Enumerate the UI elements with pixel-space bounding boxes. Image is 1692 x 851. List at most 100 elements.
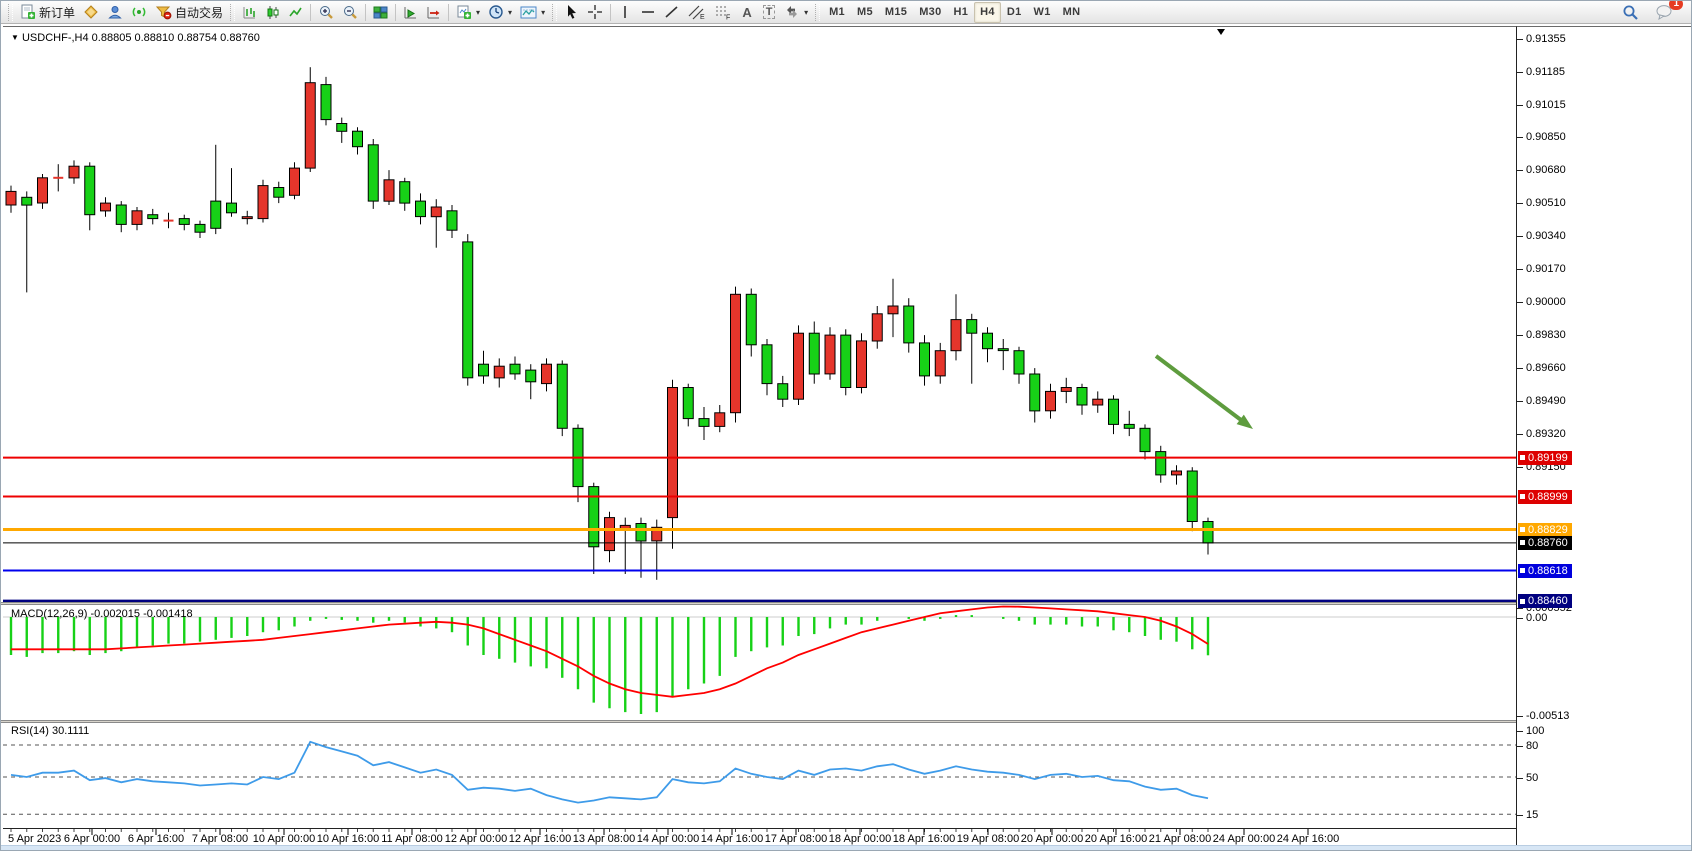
badge-price: 0.88460 [1528, 595, 1568, 607]
timeframe-button-h4[interactable]: H4 [974, 2, 1001, 23]
search-button[interactable] [1618, 2, 1643, 23]
badge-marker [1520, 527, 1525, 532]
price-tick-label: 0.90340 [1526, 230, 1566, 242]
timeframe-button-mn[interactable]: MN [1057, 2, 1087, 23]
rsi-caption: RSI(14) 30.1111 [11, 725, 89, 737]
time-axis-label: 18 Apr 16:00 [893, 833, 955, 845]
macd-axis-label: -0.00513 [1526, 710, 1569, 722]
line-chart-mode-button[interactable] [284, 2, 307, 23]
time-axis-label: 10 Apr 00:00 [253, 833, 315, 845]
zoom-in-button[interactable] [314, 2, 338, 23]
main-chart-pane[interactable]: ▼ USDCHF-,H4 0.88805 0.88810 0.88754 0.8… [3, 26, 1516, 603]
time-axis[interactable]: 5 Apr 20236 Apr 00:006 Apr 16:007 Apr 08… [3, 828, 1516, 845]
dropdown-caret: ▾ [541, 8, 545, 17]
text-tool-glyph: A [742, 5, 751, 20]
symbol-caption[interactable]: ▼ USDCHF-,H4 0.88805 0.88810 0.88754 0.8… [11, 32, 260, 44]
price-tick-label: 0.90510 [1526, 197, 1566, 209]
chart-window: ▼ USDCHF-,H4 0.88805 0.88810 0.88754 0.8… [1, 24, 1692, 851]
profile-button[interactable] [103, 2, 127, 23]
price-tick-label: 0.91015 [1526, 99, 1566, 111]
macd-canvas[interactable] [3, 605, 1516, 720]
templates-button[interactable]: ▾ [516, 2, 549, 23]
new-chart-icon [456, 4, 472, 20]
candlestick-chart-canvas[interactable] [3, 27, 1516, 603]
timeframe-button-d1[interactable]: D1 [1001, 2, 1028, 23]
rsi-canvas[interactable] [3, 723, 1516, 828]
signals-button[interactable] [127, 2, 151, 23]
time-axis-label: 6 Apr 16:00 [128, 833, 184, 845]
cursor-tool-button[interactable] [560, 2, 583, 23]
trendline-tool-button[interactable] [660, 2, 684, 23]
price-tick-label: 0.91355 [1526, 33, 1566, 45]
notifications-button[interactable]: 1 [1651, 2, 1677, 23]
periods-button[interactable]: ▾ [484, 2, 516, 23]
metaeditor-button[interactable] [79, 2, 103, 23]
autotrading-button[interactable]: 自动交易 [151, 2, 227, 23]
price-axis[interactable]: 0.913550.911850.910150.908500.906800.905… [1516, 26, 1692, 845]
fibonacci-tool-button[interactable]: F [710, 2, 736, 23]
bar-chart-icon [242, 5, 257, 20]
timeframe-button-m1[interactable]: M1 [823, 2, 851, 23]
price-line-badge: 0.88829 [1518, 523, 1572, 537]
arrows-tool-button[interactable]: ▾ [780, 2, 812, 23]
time-axis-label: 19 Apr 08:00 [957, 833, 1019, 845]
toolbar-grip[interactable] [8, 4, 13, 21]
rsi-axis-label: 15 [1526, 809, 1538, 821]
new-order-button[interactable]: 新订单 [16, 2, 79, 23]
timeframe-button-m5[interactable]: M5 [851, 2, 879, 23]
main-toolbar: 新订单 [1, 1, 1691, 24]
crosshair-tool-button[interactable] [583, 2, 607, 23]
line-chart-icon [288, 5, 303, 20]
rsi-pane[interactable]: RSI(14) 30.1111 [3, 723, 1516, 828]
rsi-axis-label: 100 [1526, 725, 1544, 737]
timeframe-button-h1[interactable]: H1 [948, 2, 975, 23]
toolbar-grip[interactable] [815, 4, 820, 21]
time-axis-label: 10 Apr 16:00 [317, 833, 379, 845]
rsi-axis-label: 50 [1526, 772, 1538, 784]
price-line-badge: 0.88618 [1518, 564, 1572, 578]
toolbar-separator [395, 4, 396, 21]
candlestick-mode-button[interactable] [261, 2, 284, 23]
price-tick-label: 0.91185 [1526, 66, 1565, 78]
timeframe-button-m15[interactable]: M15 [879, 2, 913, 23]
text-tool-button[interactable]: A [736, 2, 758, 23]
timeframe-button-m30[interactable]: M30 [913, 2, 947, 23]
arrows-icon [784, 4, 800, 20]
time-axis-label: 24 Apr 00:00 [1213, 833, 1275, 845]
zoom-out-button[interactable] [338, 2, 362, 23]
time-axis-label: 20 Apr 00:00 [1021, 833, 1083, 845]
chart-shift-button[interactable] [422, 2, 445, 23]
symbol-dropdown-icon[interactable]: ▼ [11, 33, 19, 42]
price-tick-label: 0.90850 [1526, 131, 1566, 143]
new-chart-button[interactable]: ▾ [452, 2, 484, 23]
cursor-icon [564, 4, 579, 20]
label-tool-button[interactable]: T [758, 2, 780, 23]
tile-windows-button[interactable] [369, 2, 392, 23]
price-line-badge: 0.88760 [1518, 536, 1572, 550]
price-line-badge: 0.88999 [1518, 490, 1572, 504]
time-axis-label: 13 Apr 08:00 [573, 833, 635, 845]
symbol-label: USDCHF-,H4 [22, 32, 89, 44]
signals-icon [131, 4, 147, 20]
time-axis-label: 11 Apr 08:00 [381, 833, 443, 845]
timeframe-button-w1[interactable]: W1 [1028, 2, 1057, 23]
toolbar-grip[interactable] [552, 4, 557, 21]
badge-marker [1520, 568, 1525, 573]
toolbar-grip[interactable] [230, 4, 235, 21]
bar-chart-mode-button[interactable] [238, 2, 261, 23]
chart-shift-icon [426, 5, 441, 20]
search-icon [1622, 4, 1639, 21]
macd-pane[interactable]: MACD(12,26,9) -0.002015 -0.001418 [3, 605, 1516, 720]
time-axis-label: 6 Apr 00:00 [64, 833, 120, 845]
zoom-out-icon [342, 4, 358, 20]
channel-tool-button[interactable]: E [684, 2, 710, 23]
svg-text:F: F [726, 15, 730, 21]
auto-scroll-button[interactable] [399, 2, 422, 23]
time-axis-label: 5 Apr 2023 [8, 833, 61, 845]
channel-icon: E [688, 4, 706, 20]
badge-price: 0.88999 [1528, 491, 1568, 503]
templates-icon [520, 5, 537, 20]
horizontal-line-tool-button[interactable] [636, 2, 660, 23]
vertical-line-tool-button[interactable] [614, 2, 636, 23]
new-order-label: 新订单 [39, 4, 75, 21]
